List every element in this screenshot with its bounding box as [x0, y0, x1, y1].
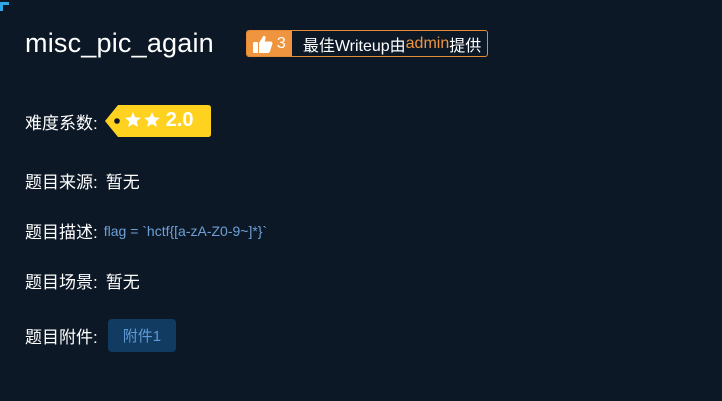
- writeup-text-prefix: 最佳Writeup由: [302, 37, 406, 55]
- writeup-author[interactable]: admin: [406, 35, 450, 53]
- writeup-credit: 最佳Writeup由 admin 提供: [292, 31, 487, 56]
- writeup-text-suffix: 提供: [449, 37, 482, 55]
- source-value: 暂无: [105, 173, 140, 192]
- difficulty-tag: 2.0: [104, 104, 212, 138]
- like-count: 3: [276, 34, 286, 52]
- description-value: flag = `hctf{[a-zA-Z0-9~]*}`: [103, 222, 268, 239]
- description-label: 题目描述:: [25, 223, 98, 242]
- scene-row: 题目场景: 暂无: [25, 268, 140, 293]
- difficulty-label: 难度系数:: [25, 113, 98, 133]
- description-row: 题目描述: flag = `hctf{[a-zA-Z0-9~]*}`: [25, 218, 267, 243]
- best-writeup-badge[interactable]: 3 最佳Writeup由 admin 提供: [245, 30, 489, 57]
- corner-bracket-icon: [0, 2, 9, 11]
- challenge-header: misc_pic_again 3 最佳Writeup由 admin 提供: [25, 28, 489, 59]
- like-section[interactable]: 3: [246, 31, 292, 56]
- difficulty-row: 难度系数: 2.0: [25, 104, 212, 138]
- difficulty-value: 2.0: [165, 109, 194, 131]
- attachment-row: 题目附件: 附件1: [25, 319, 177, 352]
- difficulty-tag-shape: [104, 105, 211, 137]
- source-label: 题目来源:: [25, 173, 98, 192]
- attachment-button[interactable]: 附件1: [107, 319, 177, 352]
- scene-label: 题目场景:: [25, 273, 98, 292]
- thumbs-up-icon: [252, 35, 273, 53]
- source-row: 题目来源: 暂无: [25, 168, 140, 193]
- scene-value: 暂无: [105, 273, 140, 292]
- challenge-title: misc_pic_again: [25, 28, 214, 58]
- attachment-label: 题目附件:: [25, 328, 98, 347]
